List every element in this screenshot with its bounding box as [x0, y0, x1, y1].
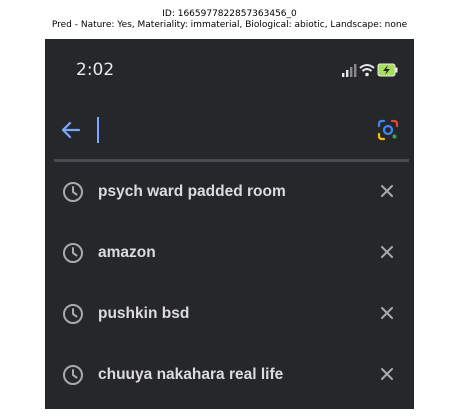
- history-item[interactable]: chuuya nakahara real life: [45, 346, 414, 407]
- history-query-text: psych ward padded room: [98, 183, 286, 200]
- battery-charging-icon: [377, 63, 398, 77]
- history-clock-icon: [63, 243, 83, 263]
- search-divider: [54, 159, 409, 162]
- close-icon[interactable]: [378, 182, 396, 200]
- arrow-left-icon[interactable]: [59, 118, 83, 142]
- status-icons: [342, 63, 398, 77]
- close-icon[interactable]: [378, 304, 396, 322]
- history-clock-icon: [63, 365, 83, 385]
- wifi-icon: [359, 64, 375, 77]
- status-bar: 2:02: [45, 39, 414, 99]
- close-icon[interactable]: [378, 243, 396, 261]
- search-bar: [45, 111, 414, 149]
- search-history-list: psych ward padded room amazon pushkin bs…: [45, 163, 414, 407]
- status-time: 2:02: [76, 60, 115, 80]
- search-input[interactable]: [95, 115, 365, 145]
- history-query-text: pushkin bsd: [98, 305, 190, 322]
- history-item[interactable]: psych ward padded room: [45, 163, 414, 224]
- phone-screen: 2:02 psych ward padded room amazon pushk…: [45, 39, 414, 409]
- history-query-text: amazon: [98, 244, 156, 261]
- signal-icon: [342, 64, 357, 77]
- caption-prediction: Pred - Nature: Yes, Materiality: immater…: [51, 20, 408, 30]
- history-item[interactable]: amazon: [45, 224, 414, 285]
- history-query-text: chuuya nakahara real life: [98, 366, 284, 383]
- google-lens-icon[interactable]: [376, 118, 400, 142]
- history-clock-icon: [63, 182, 83, 202]
- history-clock-icon: [63, 304, 83, 324]
- caption-id: ID: 1665977822857363456_0: [162, 9, 297, 19]
- close-icon[interactable]: [378, 365, 396, 383]
- history-item[interactable]: pushkin bsd: [45, 285, 414, 346]
- image-caption: ID: 1665977822857363456_0 Pred - Nature:…: [0, 9, 459, 31]
- text-caret: [97, 117, 99, 143]
